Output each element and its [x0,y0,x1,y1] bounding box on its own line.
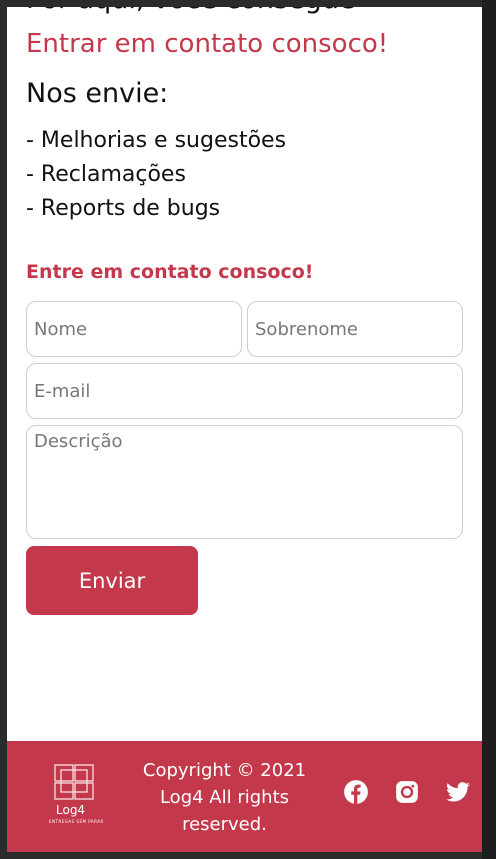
page-content: Por aqui, você consegue Entrar em contat… [7,7,482,852]
nome-input[interactable] [26,301,242,357]
email-input[interactable] [26,363,463,419]
logo-tagline: ENTREGAS SEM PARAR [49,819,104,824]
suggestion-list: - Melhorias e sugestões - Reclamações - … [26,124,286,226]
intro-heading-partial: Por aqui, você consegue [26,7,356,15]
form-title: Entre em contato consoco! [26,261,314,283]
instagram-icon[interactable] [394,779,420,805]
footer: Log4 ENTREGAS SEM PARAR Copyright © 2021… [7,741,482,852]
logo-name: Log4 [56,803,86,817]
contact-headline: Entrar em contato consoco! [26,29,389,59]
enviar-button[interactable]: Enviar [26,546,198,615]
nos-envie-heading: Nos envie: [26,78,169,109]
scrollbar[interactable] [482,0,496,859]
list-item: - Reclamações [26,162,186,187]
sobrenome-input[interactable] [247,301,463,357]
descricao-textarea[interactable] [26,425,463,539]
list-item: - Reports de bugs [26,196,221,221]
list-item: - Melhorias e sugestões [26,128,287,153]
copyright-text: Copyright © 2021 Log4 All rights reserve… [142,760,307,835]
twitter-icon[interactable] [445,779,471,805]
facebook-icon[interactable] [343,779,369,805]
